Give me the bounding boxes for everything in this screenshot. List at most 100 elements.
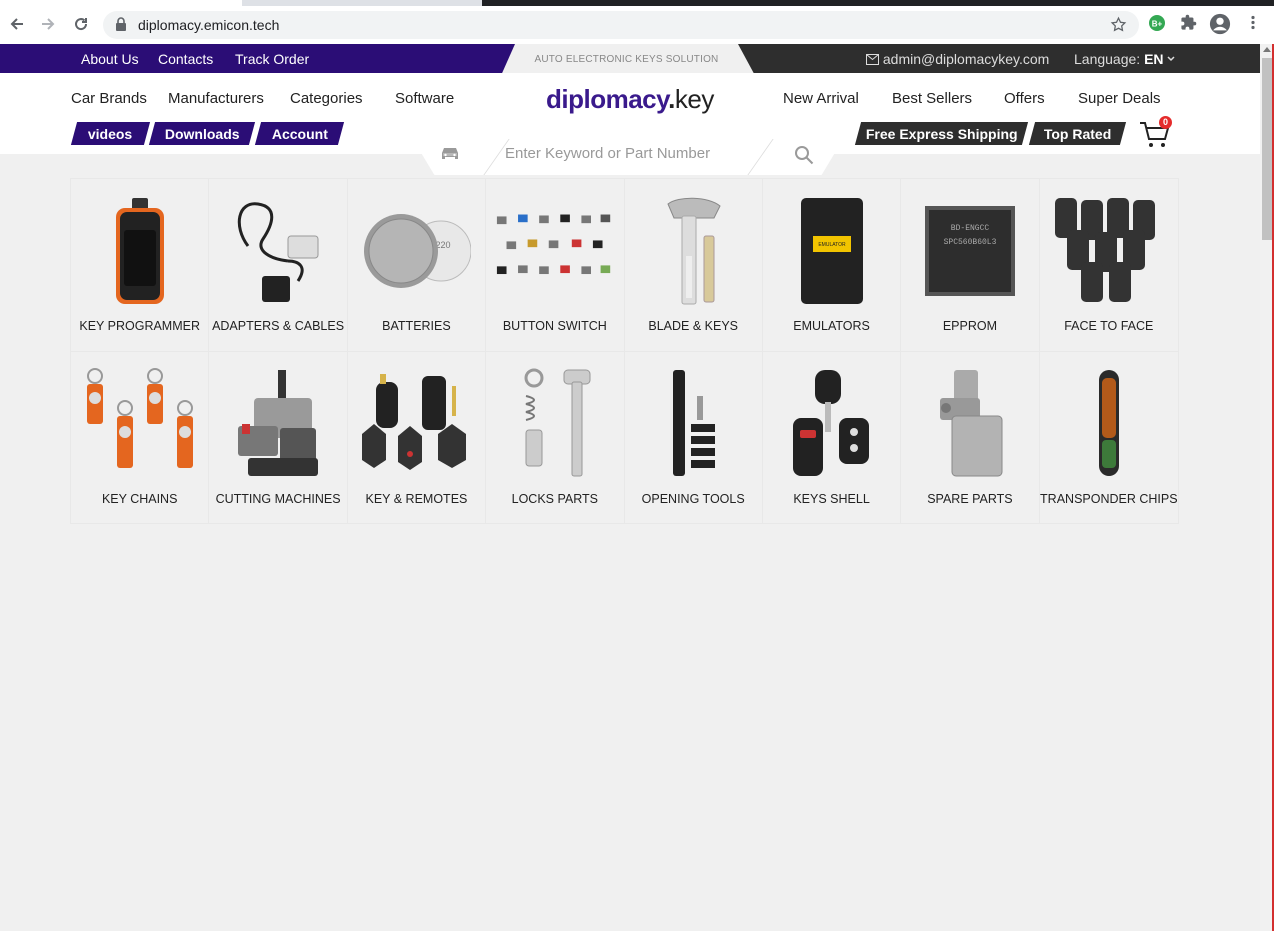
- spare-part-image: [910, 368, 1030, 480]
- emulator-image-text: EMULATOR: [818, 242, 846, 248]
- category-label: KEY & REMOTES: [365, 492, 468, 506]
- nav-software[interactable]: Software: [395, 90, 454, 107]
- menu-kebab-icon[interactable]: [1245, 14, 1261, 36]
- remote-image: [356, 368, 476, 480]
- link-track-order[interactable]: Track Order: [235, 51, 309, 67]
- active-tab[interactable]: [0, 0, 242, 6]
- category-locks-parts[interactable]: LOCKS PARTS: [486, 352, 625, 524]
- category-label: TRANSPONDER CHIPS: [1040, 492, 1178, 506]
- button-switch-image: [495, 195, 615, 307]
- reload-button[interactable]: [71, 14, 91, 34]
- category-emulators[interactable]: EMULATOR EMULATORS: [762, 179, 902, 352]
- category-label: EPPROM: [942, 319, 998, 333]
- nav-manufacturers[interactable]: Manufacturers: [168, 90, 264, 107]
- category-keys-shell[interactable]: KEYS SHELL: [763, 352, 902, 524]
- category-cutting-machines[interactable]: CUTTING MACHINES: [209, 352, 348, 524]
- pill-shipping-label: Free Express Shipping: [865, 125, 1018, 142]
- profile-icon[interactable]: [1209, 13, 1231, 40]
- category-label: FACE TO FACE: [1064, 319, 1154, 333]
- logo-dot: .: [668, 84, 675, 114]
- pill-top-rated-label: Top Rated: [1043, 125, 1112, 142]
- key-blade-image: [633, 195, 753, 307]
- category-adapters-cables[interactable]: ADAPTERS & CABLES: [209, 179, 348, 352]
- category-label: BATTERIES: [382, 319, 451, 333]
- category-label: EMULATORS: [793, 319, 870, 333]
- category-batteries[interactable]: 220 BATTERIES: [347, 179, 487, 352]
- nav-categories[interactable]: Categories: [290, 90, 363, 107]
- pill-free-express-shipping[interactable]: Free Express Shipping: [854, 122, 1029, 145]
- nav-new-arrival[interactable]: New Arrival: [783, 90, 859, 107]
- back-button[interactable]: [7, 14, 27, 34]
- nav-best-sellers[interactable]: Best Sellers: [892, 90, 972, 107]
- link-about-us[interactable]: About Us: [81, 51, 139, 67]
- emulator-image: EMULATOR: [772, 195, 892, 307]
- link-contacts[interactable]: Contacts: [158, 51, 213, 67]
- category-blade-keys[interactable]: BLADE & KEYS: [624, 179, 763, 352]
- arrow-right-icon: [42, 18, 55, 30]
- category-key-chains[interactable]: KEY CHAINS: [71, 352, 210, 524]
- category-label: LOCKS PARTS: [511, 492, 598, 506]
- category-transponder-chips[interactable]: TRANSPONDER CHIPS: [1040, 352, 1178, 524]
- pill-downloads-label: Downloads: [164, 125, 240, 142]
- cable-image: [218, 195, 338, 307]
- pill-videos-label: videos: [88, 125, 133, 142]
- envelope-icon: [866, 54, 879, 65]
- language-selector[interactable]: Language: EN: [1074, 51, 1175, 67]
- address-bar[interactable]: diplomacy.emicon.tech: [103, 11, 1139, 39]
- language-value: EN: [1144, 51, 1164, 67]
- category-face-to-face[interactable]: FACE TO FACE: [1039, 179, 1178, 352]
- pill-downloads[interactable]: Downloads: [148, 122, 256, 145]
- search-input[interactable]: [505, 142, 755, 164]
- category-label: CUTTING MACHINES: [215, 492, 341, 506]
- category-label: KEY CHAINS: [101, 492, 178, 506]
- remote-keys-image: [1049, 195, 1169, 307]
- site-logo[interactable]: diplomacy.key: [546, 84, 714, 115]
- category-label: SPARE PARTS: [927, 492, 1013, 506]
- category-key-remotes[interactable]: KEY & REMOTES: [348, 352, 487, 524]
- category-button-switch[interactable]: BUTTON SWITCH: [486, 179, 625, 352]
- category-opening-tools[interactable]: OPENING TOOLS: [625, 352, 763, 524]
- chip-image: BD-ENGCC SPC560B60L3: [910, 195, 1030, 307]
- eprom-text-2: SPC560B60L3: [944, 238, 997, 247]
- search-icon[interactable]: [794, 145, 814, 165]
- search-bar: [408, 131, 848, 175]
- email-link[interactable]: admin@diplomacykey.com: [866, 51, 1049, 67]
- forward-button[interactable]: [38, 14, 58, 34]
- pill-account-label: Account: [271, 125, 328, 142]
- keychain-image: [80, 368, 200, 480]
- category-spare-parts[interactable]: SPARE PARTS: [901, 352, 1040, 524]
- category-label: BUTTON SWITCH: [502, 319, 607, 333]
- arrow-left-icon: [10, 18, 23, 30]
- category-key-programmer[interactable]: KEY PROGRAMMER: [71, 179, 210, 352]
- eprom-text-1: BD-ENGCC: [951, 224, 990, 233]
- browser-chrome: diplomacy.emicon.tech B+: [0, 0, 1274, 44]
- nav-super-deals[interactable]: Super Deals: [1078, 90, 1161, 107]
- pill-account[interactable]: Account: [254, 122, 345, 145]
- chevron-down-icon: [1167, 56, 1175, 62]
- url-text[interactable]: diplomacy.emicon.tech: [138, 17, 279, 33]
- logo-part2: key: [674, 84, 714, 114]
- pill-top-rated[interactable]: Top Rated: [1028, 122, 1127, 145]
- key-shell-image: [772, 368, 892, 480]
- car-icon[interactable]: [439, 145, 461, 161]
- email-text: admin@diplomacykey.com: [882, 51, 1050, 67]
- battery-image: 220: [356, 195, 476, 307]
- category-epprom[interactable]: BD-ENGCC SPC560B60L3 EPPROM: [901, 179, 1040, 352]
- category-label: KEY PROGRAMMER: [79, 319, 200, 333]
- nav-offers[interactable]: Offers: [1004, 90, 1045, 107]
- scrollbar-thumb[interactable]: [1262, 58, 1272, 240]
- key-programmer-image: [80, 195, 200, 307]
- puzzle-icon[interactable]: [1180, 14, 1197, 36]
- extension-badge-text: B+: [1152, 20, 1163, 29]
- star-icon[interactable]: [1110, 16, 1127, 33]
- pill-videos[interactable]: videos: [70, 122, 151, 145]
- category-grid: KEY PROGRAMMER ADAPTERS & CABLES 220 BAT…: [70, 178, 1179, 524]
- cart-button[interactable]: 0: [1138, 116, 1174, 150]
- transponder-image: [1049, 368, 1169, 480]
- category-label: ADAPTERS & CABLES: [212, 319, 345, 333]
- extension-badge-icon[interactable]: B+: [1148, 14, 1166, 37]
- scroll-up-icon[interactable]: [1263, 47, 1271, 52]
- nav-car-brands[interactable]: Car Brands: [71, 90, 147, 107]
- other-tab[interactable]: [482, 0, 1274, 6]
- cutting-machine-image: [218, 368, 338, 480]
